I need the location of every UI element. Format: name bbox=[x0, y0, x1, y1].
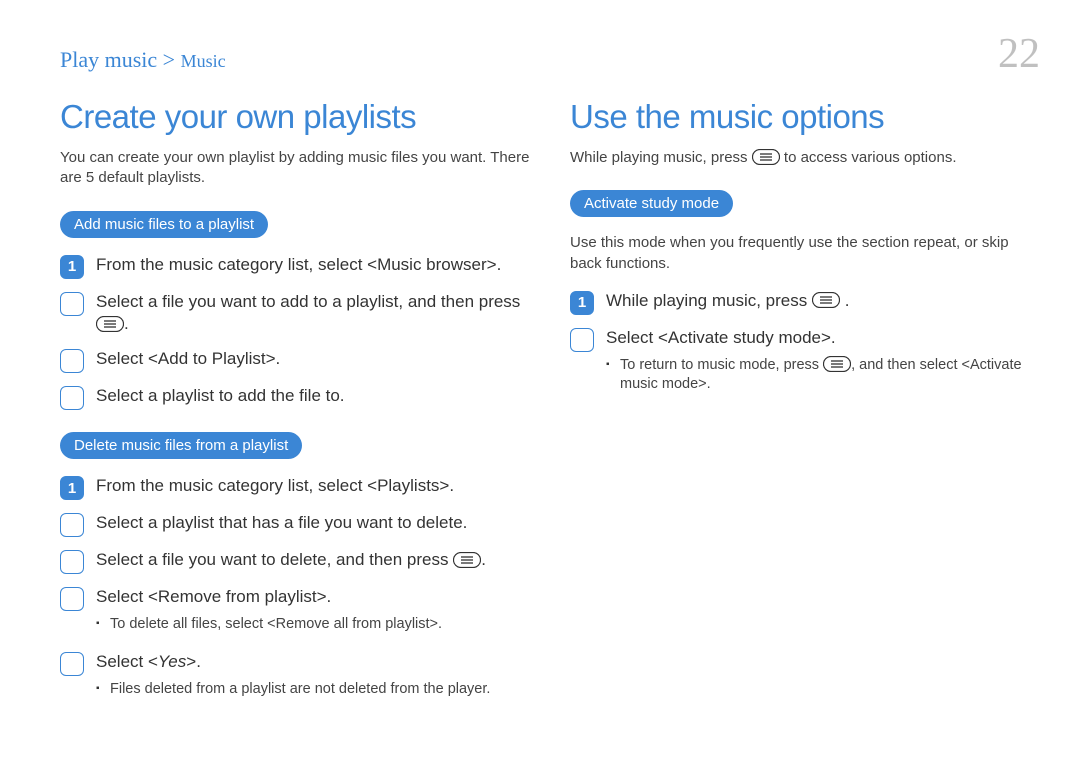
sub-bullet-item: To delete all files, select <Remove all … bbox=[96, 615, 442, 635]
step-item: Select a playlist that has a file you wa… bbox=[60, 512, 530, 537]
step-item: Select <Add to Playlist>. bbox=[60, 348, 530, 373]
step-text: Select <Yes>.Files deleted from a playli… bbox=[96, 651, 490, 704]
menu-icon bbox=[453, 548, 481, 571]
study-mode-desc: Use this mode when you frequently use th… bbox=[570, 233, 1040, 274]
step-marker bbox=[60, 587, 84, 611]
step-item: Select a playlist to add the file to. bbox=[60, 385, 530, 410]
step-marker bbox=[60, 386, 84, 410]
left-column: Create your own playlists You can create… bbox=[60, 98, 530, 721]
step-item: Select <Activate study mode>.To return t… bbox=[570, 327, 1040, 399]
pill-study-mode: Activate study mode bbox=[570, 190, 733, 217]
breadcrumb-sep: > bbox=[157, 47, 180, 72]
step-text: From the music category list, select <Mu… bbox=[96, 254, 501, 277]
step-item: 1 From the music category list, select <P… bbox=[60, 475, 530, 500]
breadcrumb-main: Play music bbox=[60, 47, 157, 72]
step-item: Select <Remove from playlist>.To delete … bbox=[60, 586, 530, 639]
pill-delete-music: Delete music files from a playlist bbox=[60, 432, 302, 459]
step-text: Select <Activate study mode>.To return t… bbox=[606, 327, 1040, 399]
step-marker bbox=[60, 550, 84, 574]
step-item: 1 While playing music, press . bbox=[570, 290, 1040, 315]
step-text: Select a playlist that has a file you wa… bbox=[96, 512, 467, 535]
breadcrumb: Play music > Music bbox=[60, 47, 226, 73]
step-text: While playing music, press . bbox=[606, 290, 849, 313]
step-item: Select <Yes>.Files deleted from a playli… bbox=[60, 651, 530, 704]
step-marker: 1 bbox=[60, 255, 84, 279]
sub-bullets: Files deleted from a playlist are not de… bbox=[96, 680, 490, 700]
right-intro-post: to access various options. bbox=[780, 149, 957, 166]
step-item: 1 From the music category list, select <M… bbox=[60, 254, 530, 279]
step-marker: 1 bbox=[60, 476, 84, 500]
step-marker bbox=[570, 328, 594, 352]
right-intro-pre: While playing music, press bbox=[570, 149, 752, 166]
left-intro: You can create your own playlist by addi… bbox=[60, 148, 530, 189]
menu-icon bbox=[812, 289, 840, 312]
right-intro: While playing music, press to access var… bbox=[570, 148, 1040, 168]
steps-add-music: 1 From the music category list, select <M… bbox=[60, 254, 530, 411]
step-item: Select a file you want to add to a playl… bbox=[60, 291, 530, 337]
sub-bullets: To delete all files, select <Remove all … bbox=[96, 615, 442, 635]
steps-study-mode: 1 While playing music, press . Select <Act… bbox=[570, 290, 1040, 399]
sub-bullet-item: To return to music mode, press , and the… bbox=[606, 356, 1040, 395]
pill-add-music: Add music files to a playlist bbox=[60, 211, 268, 238]
step-text: Select <Add to Playlist>. bbox=[96, 348, 280, 371]
page-number: 22 bbox=[998, 30, 1040, 78]
step-text: Select a file you want to delete, and th… bbox=[96, 549, 486, 572]
step-text: Select a playlist to add the file to. bbox=[96, 385, 345, 408]
right-column: Use the music options While playing musi… bbox=[570, 98, 1040, 721]
steps-delete-music: 1 From the music category list, select <P… bbox=[60, 475, 530, 703]
menu-icon bbox=[752, 147, 780, 167]
sub-bullet-item: Files deleted from a playlist are not de… bbox=[96, 680, 490, 700]
menu-icon bbox=[823, 355, 851, 375]
breadcrumb-sub: Music bbox=[181, 51, 226, 71]
step-text: From the music category list, select <Pl… bbox=[96, 475, 454, 498]
sub-bullets: To return to music mode, press , and the… bbox=[606, 356, 1040, 395]
step-text: Select a file you want to add to a playl… bbox=[96, 291, 530, 337]
step-marker: 1 bbox=[570, 291, 594, 315]
step-marker bbox=[60, 292, 84, 316]
menu-icon bbox=[96, 312, 124, 335]
step-marker bbox=[60, 513, 84, 537]
right-heading: Use the music options bbox=[570, 98, 1040, 136]
step-text: Select <Remove from playlist>.To delete … bbox=[96, 586, 442, 639]
step-marker bbox=[60, 652, 84, 676]
left-heading: Create your own playlists bbox=[60, 98, 530, 136]
step-marker bbox=[60, 349, 84, 373]
step-item: Select a file you want to delete, and th… bbox=[60, 549, 530, 574]
